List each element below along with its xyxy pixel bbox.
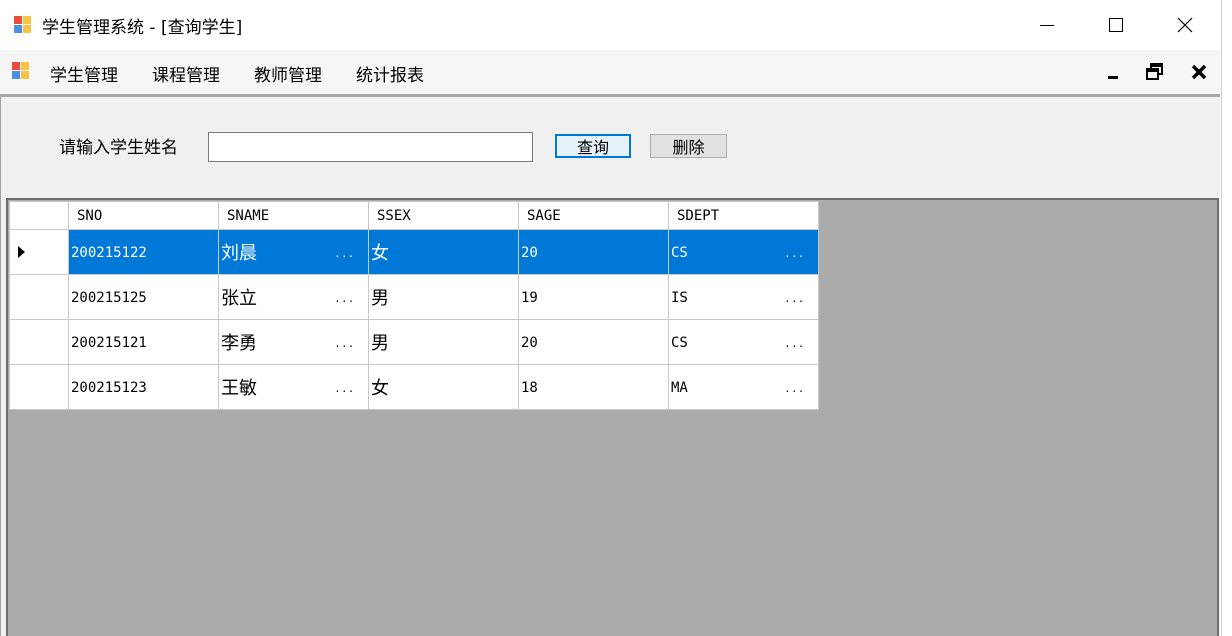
- delete-button[interactable]: 删除: [650, 134, 727, 158]
- query-student-form: 请输入学生姓名 查询 删除 SNO SNAME SSEX SAGE SDEPT …: [0, 97, 1220, 636]
- cell-ssex[interactable]: 男: [368, 274, 519, 320]
- cell-ellipsis: ...: [785, 381, 806, 395]
- student-data-grid[interactable]: SNO SNAME SSEX SAGE SDEPT 200215122 刘晨..…: [6, 198, 1219, 636]
- cell-sname[interactable]: 刘晨...: [218, 229, 369, 275]
- table-row[interactable]: 200215121 李勇... 男 20 CS...: [9, 319, 819, 365]
- cell-ellipsis: ...: [335, 246, 356, 260]
- mdi-minimize-button[interactable]: [1101, 60, 1125, 84]
- menu-item-student-management[interactable]: 学生管理: [50, 61, 118, 86]
- cell-ssex-value: 女: [371, 378, 389, 399]
- cell-sno[interactable]: 200215125: [68, 274, 219, 320]
- cell-sage-value: 19: [521, 290, 538, 306]
- main-window: 学生管理系统 - [查询学生] 学生管理 课程管理 教师管理 统计报表 请输入学…: [0, 0, 1220, 636]
- cell-ellipsis: ...: [335, 336, 356, 350]
- cell-sname-value: 张立: [221, 288, 257, 309]
- cell-sno-value: 200215122: [71, 245, 147, 261]
- cell-sdept-value: IS: [671, 290, 688, 306]
- cell-sage-value: 18: [521, 380, 538, 396]
- cell-sdept[interactable]: CS...: [668, 319, 819, 365]
- menu-item-statistics-report[interactable]: 统计报表: [356, 61, 424, 86]
- cell-sno-value: 200215121: [71, 335, 147, 351]
- column-header-sage[interactable]: SAGE: [518, 201, 669, 230]
- menu-item-teacher-management[interactable]: 教师管理: [254, 61, 322, 86]
- table-row[interactable]: 200215122 刘晨... 女 20 CS...: [9, 229, 819, 275]
- cell-ellipsis: ...: [335, 381, 356, 395]
- query-button[interactable]: 查询: [555, 134, 631, 158]
- maximize-button[interactable]: [1081, 0, 1151, 50]
- row-header[interactable]: [9, 274, 69, 320]
- minimize-icon: [1040, 25, 1054, 26]
- cell-sage[interactable]: 20: [518, 319, 669, 365]
- student-name-input[interactable]: [208, 132, 533, 162]
- student-name-label: 请输入学生姓名: [59, 138, 178, 158]
- row-selector-icon: [18, 246, 25, 258]
- cell-sno[interactable]: 200215123: [68, 364, 219, 410]
- cell-ssex-value: 女: [371, 243, 389, 264]
- app-icon[interactable]: [14, 16, 32, 34]
- cell-sdept[interactable]: MA...: [668, 364, 819, 410]
- cell-sage-value: 20: [521, 245, 538, 261]
- column-header-sdept[interactable]: SDEPT: [668, 201, 819, 230]
- minimize-button[interactable]: [1012, 0, 1082, 50]
- cell-sdept-value: CS: [671, 335, 688, 351]
- cell-sage[interactable]: 19: [518, 274, 669, 320]
- column-header-sname[interactable]: SNAME: [218, 201, 369, 230]
- cell-sname[interactable]: 李勇...: [218, 319, 369, 365]
- cell-ssex[interactable]: 女: [368, 229, 519, 275]
- menu-item-course-management[interactable]: 课程管理: [152, 61, 220, 86]
- table-header-row: SNO SNAME SSEX SAGE SDEPT: [9, 201, 819, 230]
- title-bar[interactable]: 学生管理系统 - [查询学生]: [0, 0, 1220, 50]
- cell-sdept[interactable]: IS...: [668, 274, 819, 320]
- cell-sno-value: 200215125: [71, 290, 147, 306]
- mdi-restore-icon: [1146, 63, 1163, 80]
- row-header-corner[interactable]: [9, 201, 69, 230]
- student-table: SNO SNAME SSEX SAGE SDEPT 200215122 刘晨..…: [9, 201, 819, 410]
- cell-sdept-value: MA: [671, 380, 688, 396]
- row-header[interactable]: [9, 319, 69, 365]
- mdi-child-app-icon[interactable]: [12, 62, 30, 80]
- window-title: 学生管理系统 - [查询学生]: [42, 18, 243, 38]
- cell-sno[interactable]: 200215121: [68, 319, 219, 365]
- maximize-icon: [1109, 18, 1123, 32]
- cell-sage[interactable]: 18: [518, 364, 669, 410]
- mdi-restore-button[interactable]: [1143, 60, 1167, 84]
- cell-sdept-value: CS: [671, 245, 688, 261]
- mdi-close-icon: [1191, 64, 1207, 80]
- cell-ssex-value: 男: [371, 333, 389, 354]
- cell-ellipsis: ...: [335, 291, 356, 305]
- column-header-ssex[interactable]: SSEX: [368, 201, 519, 230]
- cell-ellipsis: ...: [785, 336, 806, 350]
- cell-sname-value: 刘晨: [221, 243, 257, 264]
- cell-sdept[interactable]: CS...: [668, 229, 819, 275]
- cell-ellipsis: ...: [785, 291, 806, 305]
- cell-sno-value: 200215123: [71, 380, 147, 396]
- cell-ssex[interactable]: 男: [368, 319, 519, 365]
- cell-sname[interactable]: 张立...: [218, 274, 369, 320]
- mdi-minimize-icon: [1108, 76, 1118, 79]
- cell-sage-value: 20: [521, 335, 538, 351]
- close-icon: [1177, 17, 1193, 33]
- cell-ssex-value: 男: [371, 288, 389, 309]
- table-row[interactable]: 200215125 张立... 男 19 IS...: [9, 274, 819, 320]
- column-header-sno[interactable]: SNO: [68, 201, 219, 230]
- mdi-close-button[interactable]: [1187, 60, 1211, 84]
- menu-bar: 学生管理 课程管理 教师管理 统计报表: [0, 50, 1220, 94]
- cell-ellipsis: ...: [785, 246, 806, 260]
- cell-sname-value: 王敏: [221, 378, 257, 399]
- cell-sage[interactable]: 20: [518, 229, 669, 275]
- row-header[interactable]: [9, 229, 69, 275]
- row-header[interactable]: [9, 364, 69, 410]
- close-button[interactable]: [1150, 0, 1220, 50]
- table-row[interactable]: 200215123 王敏... 女 18 MA...: [9, 364, 819, 410]
- cell-sname[interactable]: 王敏...: [218, 364, 369, 410]
- cell-sname-value: 李勇: [221, 333, 257, 354]
- cell-sno[interactable]: 200215122: [68, 229, 219, 275]
- background-window-edge: [1221, 0, 1232, 636]
- cell-ssex[interactable]: 女: [368, 364, 519, 410]
